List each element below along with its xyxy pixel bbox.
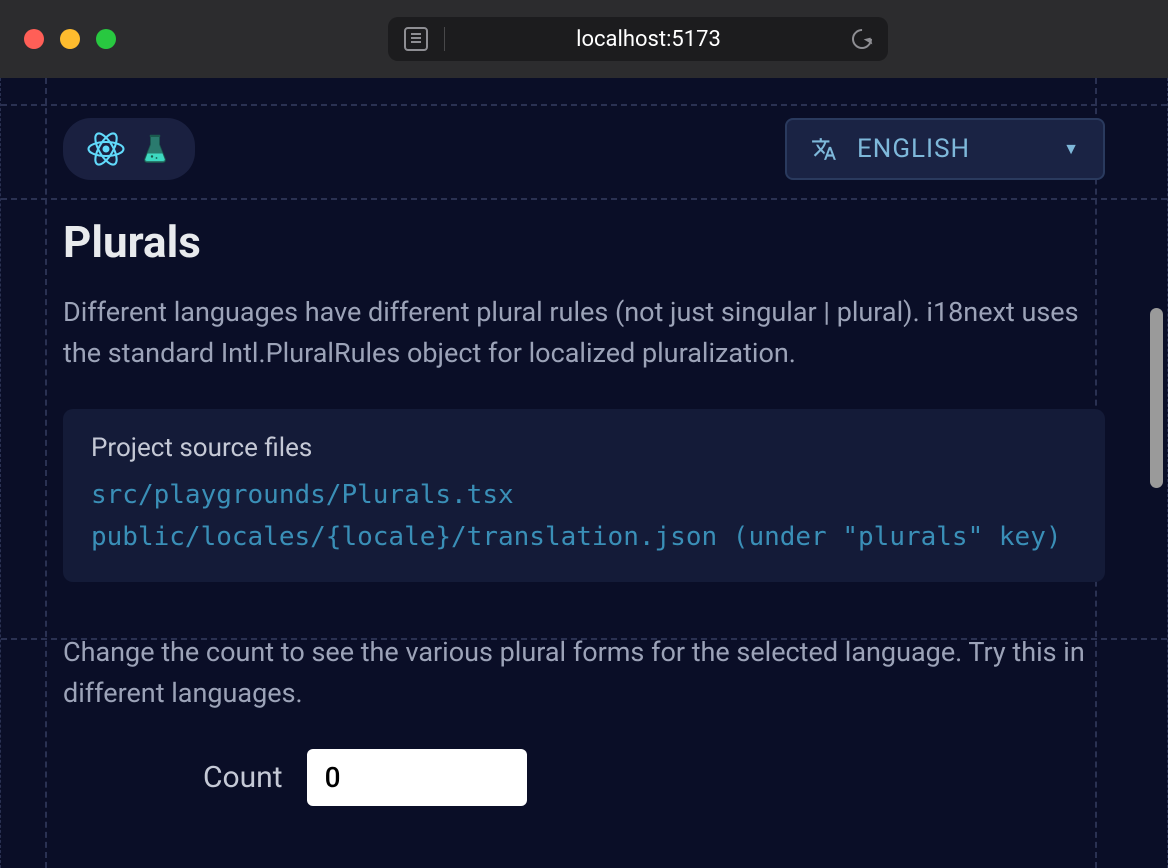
maximize-window-button[interactable] [96,29,116,49]
react-logo-icon [85,128,127,170]
source-file-path: public/locales/{locale}/translation.json… [91,517,1077,559]
count-label: Count [203,760,283,795]
header-row: ENGLISH ▼ [63,118,1105,180]
divider [444,27,445,51]
page-title: Plurals [63,216,1105,268]
instruction-text: Change the count to see the various plur… [63,632,1105,713]
main-content: ENGLISH ▼ Plurals Different languages ha… [1,78,1167,868]
page-content: ENGLISH ▼ Plurals Different languages ha… [0,78,1168,868]
close-window-button[interactable] [24,29,44,49]
chevron-down-icon: ▼ [1063,139,1079,159]
count-input[interactable] [307,749,527,806]
logo-badge [63,118,195,180]
url-bar[interactable]: localhost:5173 [388,17,888,61]
count-row: Count [63,749,1105,806]
reader-mode-icon[interactable] [404,27,428,51]
browser-chrome: localhost:5173 [0,0,1168,78]
language-selector[interactable]: ENGLISH ▼ [785,118,1105,180]
translate-icon [811,136,837,162]
source-files-box: Project source files src/playgrounds/Plu… [63,409,1105,582]
minimize-window-button[interactable] [60,29,80,49]
source-file-path: src/playgrounds/Plurals.tsx [91,475,1077,517]
url-text: localhost:5173 [461,27,836,52]
window-controls [24,29,116,49]
source-box-title: Project source files [91,433,1077,463]
page-description: Different languages have different plura… [63,292,1105,373]
flask-icon [137,131,173,167]
reload-icon[interactable] [848,25,876,53]
language-selected-label: ENGLISH [857,134,1043,164]
